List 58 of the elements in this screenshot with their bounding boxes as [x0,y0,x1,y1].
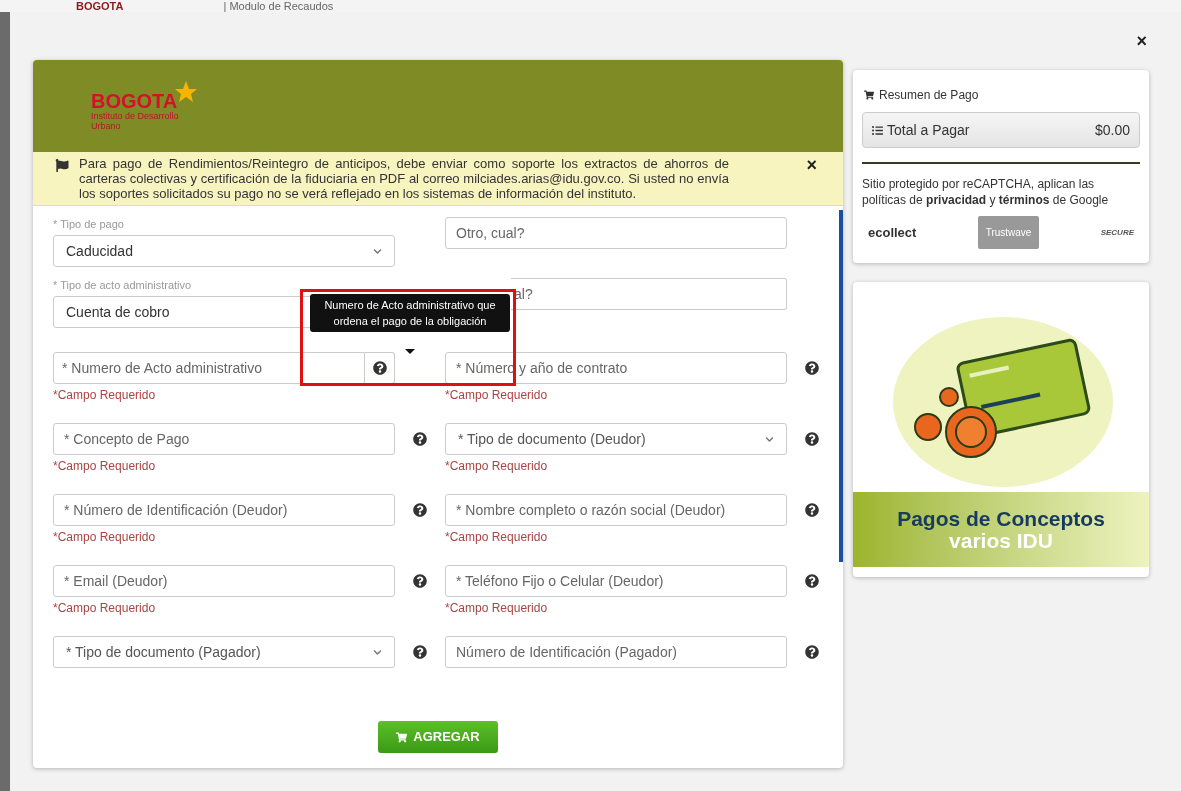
banner-caption: Pagos de Conceptos varios IDU [853,492,1149,567]
help-icon[interactable] [805,574,819,588]
help-icon[interactable] [805,361,819,375]
help-icon[interactable] [413,645,427,659]
input-field[interactable]: Otro, cual? [445,217,787,249]
seal-label: SECURE [1100,226,1134,239]
logo-subtitle: Instituto de Desarrollo Urbano [91,111,180,131]
total-amount: $0.00 [1094,120,1130,140]
field-label: * Tipo de acto administrativo [53,278,193,292]
list-icon [872,124,883,136]
error-message: *Campo Requerido [53,530,157,544]
help-icon[interactable] [413,432,427,446]
help-icon [372,361,387,375]
input-field[interactable]: * Nombre completo o razón social (Deudor) [445,494,787,526]
help-icon[interactable] [413,574,427,588]
error-message: *Campo Requerido [53,601,157,615]
close-button[interactable]: × [1136,32,1147,50]
error-message: *Campo Requerido [445,459,549,473]
select-field[interactable]: * Tipo de documento (Pagador) [53,636,395,668]
select-field[interactable]: * Tipo de documento (Deudor) [445,423,787,455]
error-message: *Campo Requerido [445,388,549,402]
input-field[interactable]: Número de Identificación (Pagador) [445,636,787,668]
notice-text: Para pago de Rendimientos/Reintegro de anticipos, debe enviar como soporte los extractos de ahorros de carteras colectivas y certificación de la fiduciaria en PDF al correo milciades.arias@idu.gov.co. Si usted no envía los soportes solicitados su pago no se verá reflejado en los sistemas de información del instituto. [79,156,729,201]
input-field[interactable]: * Número de Identificación (Deudor) [53,494,395,526]
chevron-icon [765,434,774,444]
header-logo: BOGOTA [76,1,124,12]
input-field[interactable]: * Email (Deudor) [53,565,395,597]
flag-icon [55,159,69,172]
close-button[interactable]: × [806,156,817,174]
help-button[interactable] [365,352,395,384]
help-icon[interactable] [413,503,427,517]
help-icon[interactable] [805,503,819,517]
total-label: Total a Pagar [887,120,970,140]
logo: BOGOTA [91,81,198,111]
select-field[interactable]: Caducidad [53,235,395,267]
chevron-icon [373,647,382,657]
seal-label: ecollect [868,223,917,242]
input-field[interactable]: * Teléfono Fijo o Celular (Deudor) [445,565,787,597]
error-message: *Campo Requerido [445,601,549,615]
tooltip-pointer [405,349,415,354]
cart-icon [396,731,408,743]
scrollbar[interactable] [839,210,843,562]
help-icon[interactable] [805,432,819,446]
cart-icon [864,90,874,100]
summary-title: Resumen de Pago [879,87,979,104]
header-title: | Modulo de Recaudos [223,1,334,12]
chevron-icon [373,246,382,256]
input-field[interactable]: * Numero de Acto administrativo [53,352,365,384]
field-label: * Tipo de pago [53,217,125,231]
recaptcha-text: Sitio protegido por reCAPTCHA, aplican las políticas de privacidad y términos de Google [862,176,1110,208]
error-message: *Campo Requerido [53,459,157,473]
error-message: *Campo Requerido [445,530,549,544]
help-icon[interactable] [805,645,819,659]
input-field[interactable]: * Número y año de contrato [445,352,787,384]
security-seal: Trustwave [977,216,1040,249]
tooltip: Numero de Acto administrativo que ordena el pago de la obligación [310,294,510,332]
input-field[interactable]: * Concepto de Pago [53,423,395,455]
error-message: *Campo Requerido [53,388,157,402]
